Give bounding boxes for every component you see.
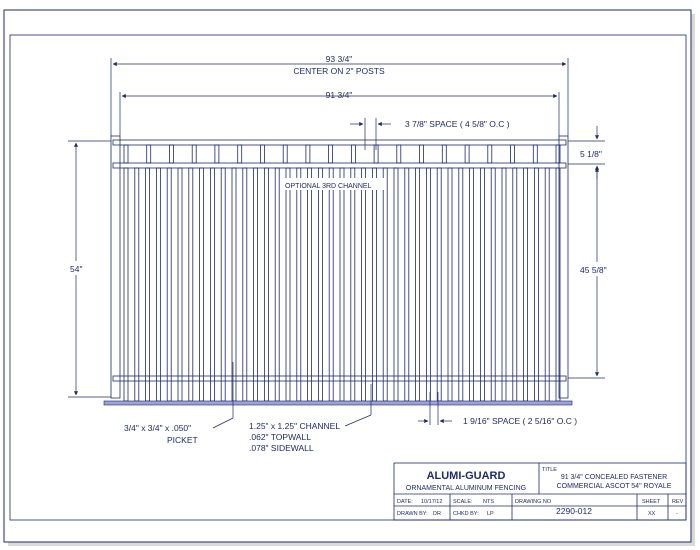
company-subtitle: ORNAMENTAL ALUMINUM FENCING bbox=[406, 485, 526, 492]
scale-value: NTS bbox=[483, 499, 494, 505]
channel-callout-line3: .078" SIDEWALL bbox=[249, 443, 314, 453]
dim-overall-width-note: CENTER ON 2" POSTS bbox=[293, 66, 385, 76]
sheet-label: SHEET bbox=[642, 499, 661, 505]
title-line2: COMMERCIAL ASCOT 54" ROYALE bbox=[557, 483, 672, 490]
dim-height-label: 54" bbox=[70, 264, 82, 274]
title-line1: 91 3/4" CONCEALED FASTENER bbox=[561, 474, 667, 481]
drawn-by-value: DR bbox=[433, 511, 441, 517]
rev-value: - bbox=[676, 511, 678, 517]
fence-drawing-sheet: 93 3/4" CENTER ON 2" POSTS 91 3/4" 3 7/8… bbox=[3, 9, 695, 546]
channel-callout-line1: 1.25" x 1.25" CHANNEL bbox=[249, 421, 340, 431]
chkd-by-label: CHKD BY: bbox=[453, 511, 479, 517]
drawing-no-label: DRAWING NO bbox=[515, 499, 552, 505]
dim-top-space-label: 3 7/8" SPACE ( 4 5/8" O.C ) bbox=[405, 119, 510, 129]
dim-top-rail-gap-label: 5 1/8" bbox=[580, 149, 602, 159]
drawn-by-label: DRAWN BY: bbox=[397, 511, 428, 517]
dim-panel-width-label: 91 3/4" bbox=[326, 90, 353, 100]
sheet-value: XX bbox=[648, 511, 656, 517]
chkd-by-value: LP bbox=[487, 511, 494, 517]
dim-picket-height-label: 45 5/8" bbox=[580, 265, 607, 275]
ground-line bbox=[103, 400, 573, 406]
date-label: DATE: bbox=[397, 499, 413, 505]
dim-overall-width-label: 93 3/4" bbox=[326, 54, 353, 64]
optional-channel-label: OPTIONAL 3RD CHANNEL bbox=[285, 183, 372, 190]
rev-label: REV bbox=[672, 499, 684, 505]
channel-callout-line2: .062" TOPWALL bbox=[249, 432, 311, 442]
date-value: 10/17/12 bbox=[421, 499, 442, 505]
dim-bottom-space-label: 1 9/16" SPACE ( 2 5/16" O.C ) bbox=[463, 416, 577, 426]
picket-callout-line1: 3/4" x 3/4" x .050" bbox=[124, 423, 191, 433]
picket-callout-line2: PICKET bbox=[167, 435, 198, 445]
title-label: TITLE bbox=[542, 467, 557, 473]
scale-label: SCALE: bbox=[453, 499, 473, 505]
drawing-no-value: 2290-012 bbox=[556, 506, 592, 516]
company-name: ALUMI-GUARD bbox=[427, 470, 506, 482]
